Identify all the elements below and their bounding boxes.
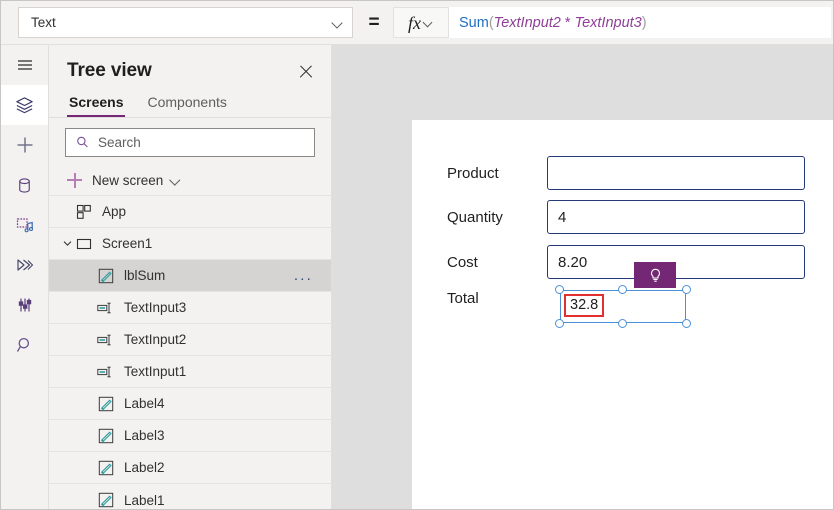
text-input-icon <box>97 299 114 316</box>
power-automate-icon[interactable] <box>1 245 48 285</box>
search-container: Search <box>49 118 331 165</box>
tree-view-header: Tree view <box>49 45 331 85</box>
fx-button[interactable]: fx <box>393 7 449 38</box>
formula-input[interactable]: Sum(TextInput2 * TextInput3) <box>449 7 831 38</box>
hamburger-menu-icon[interactable] <box>1 45 48 85</box>
database-data-icon[interactable] <box>1 165 48 205</box>
text-input-icon <box>97 331 114 348</box>
property-dropdown[interactable]: Text <box>18 7 353 38</box>
error-outline: 32.8 <box>564 294 605 317</box>
close-icon[interactable] <box>295 61 317 83</box>
row-context-menu-button[interactable]: ... <box>294 268 313 283</box>
search-icon <box>77 136 88 148</box>
label-icon <box>97 395 114 412</box>
panel-title: Tree view <box>67 60 152 81</box>
label-icon <box>97 459 114 476</box>
search-icon[interactable] <box>1 325 48 365</box>
form-row-total: Total <box>447 290 547 307</box>
tree-row[interactable]: Label4 <box>49 388 331 420</box>
tree-row-list: App Screen1 lblSum... TextInput3 TextInput2 T… <box>49 196 331 509</box>
tree-row-label: Screen1 <box>102 236 153 251</box>
new-screen-button[interactable]: New screen <box>49 165 331 196</box>
form-row-quantity: Quantity 4 <box>447 200 805 234</box>
resize-handle-top-left[interactable] <box>555 285 564 294</box>
tree-row-label: Label4 <box>124 396 165 411</box>
label-cost: Cost <box>447 253 478 271</box>
formula-expression: Sum(TextInput2 * TextInput3) <box>459 15 647 31</box>
tree-row-label: App <box>102 204 127 219</box>
chevron-down-icon <box>332 17 344 29</box>
suggestion-badge[interactable] <box>634 262 676 288</box>
formula-token-ident: TextInput2 <box>493 14 561 31</box>
equals-sign: = <box>368 12 380 33</box>
tree-row-label: TextInput2 <box>124 332 187 347</box>
tree-row[interactable]: TextInput1 <box>49 356 331 388</box>
tree-row-label: lblSum <box>124 268 166 283</box>
tree-row-label: TextInput1 <box>124 364 187 379</box>
lightbulb-icon <box>650 268 660 282</box>
tree-view-tabs: Screens Components <box>49 85 331 118</box>
chevron-down-icon <box>170 175 181 186</box>
chevron-down-icon <box>424 18 434 28</box>
lblsum-value: 32.8 <box>570 297 599 314</box>
label-icon <box>97 267 114 284</box>
text-input-1[interactable] <box>547 156 805 190</box>
label-quantity: Quantity <box>447 208 503 226</box>
tree-row-label: TextInput3 <box>124 300 187 315</box>
text-input-3[interactable]: 8.20 <box>547 245 805 279</box>
property-dropdown-value: Text <box>31 14 56 30</box>
tree-row-label: Label2 <box>124 460 165 475</box>
tab-components[interactable]: Components <box>145 94 228 117</box>
label-icon <box>97 427 114 444</box>
media-icon[interactable] <box>1 205 48 245</box>
search-placeholder: Search <box>98 135 141 150</box>
new-screen-label: New screen <box>92 172 164 188</box>
resize-handle-bottom-right[interactable] <box>682 319 691 328</box>
tree-row[interactable]: TextInput3 <box>49 292 331 324</box>
form-row-cost: Cost 8.20 <box>447 245 805 279</box>
power-apps-studio-window: Text = fx Sum(TextInput2 * TextInput3) T… <box>0 0 834 510</box>
screen-icon <box>75 235 92 252</box>
plus-icon <box>67 172 82 188</box>
search-input[interactable]: Search <box>65 128 315 157</box>
resize-handle-bottom-center[interactable] <box>618 319 627 328</box>
selected-control-lblsum[interactable]: 32.8 <box>555 285 691 328</box>
resize-handle-top-center[interactable] <box>618 285 627 294</box>
label-icon <box>97 492 114 509</box>
left-icon-rail <box>1 45 49 509</box>
resize-handle-bottom-left[interactable] <box>555 319 564 328</box>
tree-row[interactable]: Label1 <box>49 484 331 509</box>
tree-row[interactable]: Label3 <box>49 420 331 452</box>
variables-tools-icon[interactable] <box>1 285 48 325</box>
tab-screens[interactable]: Screens <box>67 94 126 117</box>
text-input-2[interactable]: 4 <box>547 200 805 234</box>
tree-row[interactable]: Screen1 <box>49 228 331 260</box>
app-grid-icon <box>75 203 92 220</box>
formula-token-ident: TextInput3 <box>574 14 642 31</box>
text-input-icon <box>97 363 114 380</box>
plus-insert-icon[interactable] <box>1 125 48 165</box>
tree-row[interactable]: Label2 <box>49 452 331 484</box>
formula-token-op: * <box>560 14 575 31</box>
formula-bar: Text = fx Sum(TextInput2 * TextInput3) <box>1 1 833 45</box>
form-row-product: Product <box>447 156 805 190</box>
formula-token-fn: Sum <box>459 14 489 31</box>
chevron-down-icon[interactable] <box>59 238 75 249</box>
label-total: Total <box>447 290 479 307</box>
tree-view-panel: Tree view Screens Components Search New … <box>49 45 332 509</box>
fx-icon: fx <box>408 12 421 33</box>
label-product: Product <box>447 164 499 182</box>
tree-row[interactable]: lblSum... <box>49 260 331 292</box>
tree-row[interactable]: TextInput2 <box>49 324 331 356</box>
tree-row[interactable]: App <box>49 196 331 228</box>
resize-handle-top-right[interactable] <box>682 285 691 294</box>
formula-token-paren: ) <box>641 14 647 31</box>
tree-row-label: Label1 <box>124 492 165 508</box>
tree-row-label: Label3 <box>124 428 165 443</box>
layers-tree-view-icon[interactable] <box>1 85 48 125</box>
